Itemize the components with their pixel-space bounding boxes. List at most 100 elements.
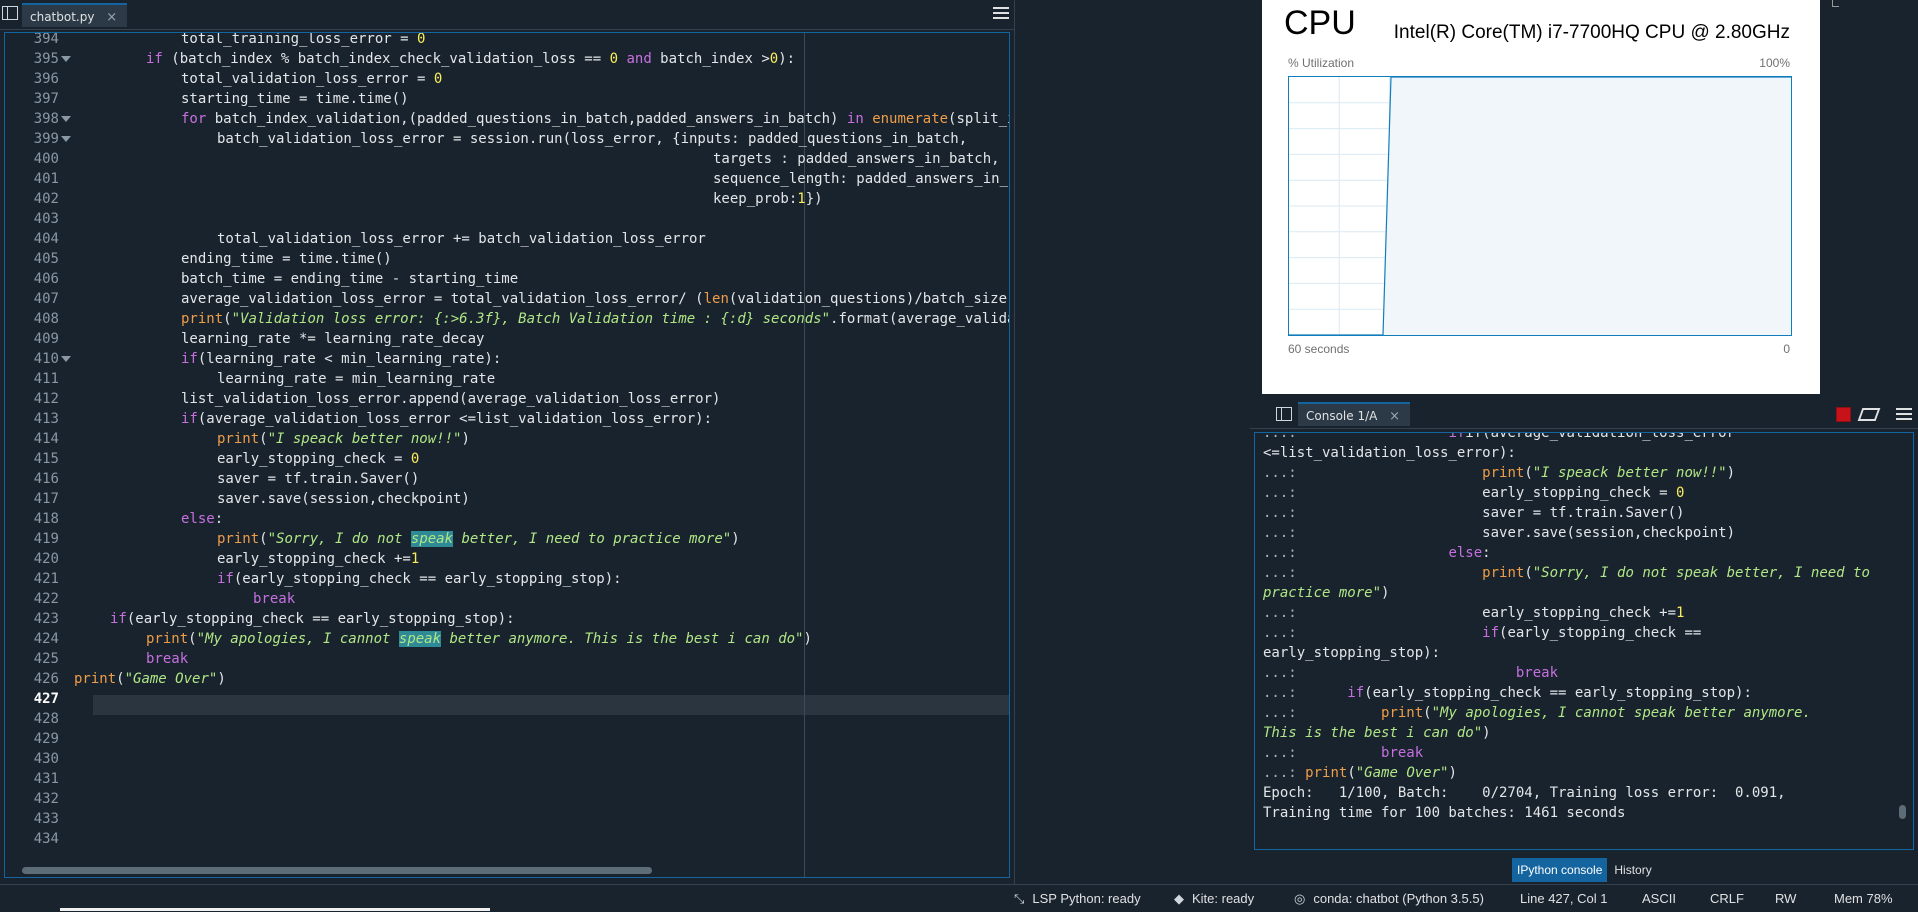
line-number: 395 — [33, 51, 59, 67]
line-number: 407 — [33, 291, 59, 307]
utilization-min-label: 0 — [1783, 342, 1790, 356]
code-line-409: learning_rate *= learning_rate_decay — [181, 331, 485, 347]
line-number: 427 — [33, 691, 59, 707]
utilization-max-label: 100% — [1759, 56, 1790, 70]
line-number: 434 — [33, 831, 59, 847]
line-number: 402 — [33, 191, 59, 207]
ipython-console[interactable]: ...: ifif(average_validation_loss_error … — [1254, 432, 1914, 850]
code-line-395: if (batch_index % batch_index_check_vali… — [146, 51, 796, 67]
line-number: 399 — [33, 131, 59, 147]
code-line-426: print("Game Over") — [74, 671, 226, 687]
window-corner — [1832, 0, 1839, 7]
line-number: 411 — [33, 371, 59, 387]
console-line: ...: saver.save(session,checkpoint) — [1263, 525, 1736, 541]
cpu-monitor: CPU Intel(R) Core(TM) i7-7700HQ CPU @ 2.… — [1262, 0, 1820, 394]
line-number-gutter: 394 395 396 397 398 399 400 401 402 403 404 405 406 4… — [5, 33, 75, 877]
console-line: <=list_validation_loss_error): — [1263, 445, 1516, 461]
pane-options-icon[interactable] — [1276, 407, 1292, 421]
fold-arrow-icon[interactable] — [61, 116, 71, 122]
line-number: 431 — [33, 771, 59, 787]
fold-arrow-icon[interactable] — [61, 56, 71, 62]
cpu-graph-svg — [1289, 76, 1791, 336]
tab-history[interactable]: History — [1609, 858, 1656, 882]
conda-status[interactable]: ◎ conda: chatbot (Python 3.5.5) — [1294, 891, 1484, 907]
line-number: 414 — [33, 431, 59, 447]
lsp-icon: ⤡ — [1014, 891, 1025, 906]
code-line-415: early_stopping_check = 0 — [217, 451, 420, 467]
cpu-utilization-graph — [1288, 76, 1792, 336]
line-number: 423 — [33, 611, 59, 627]
scrollbar-thumb[interactable] — [1899, 805, 1906, 819]
code-line-414: print("I speack better now!!") — [217, 431, 470, 447]
editor-horizontal-scrollbar[interactable] — [18, 864, 1008, 876]
kite-status[interactable]: ◆ Kite: ready — [1174, 891, 1254, 907]
end-of-line: CRLF — [1710, 891, 1744, 906]
editor-pane: chatbot.py × 394 395 396 397 398 399 400 401 402… — [0, 0, 1015, 884]
line-number: 405 — [33, 251, 59, 267]
close-icon[interactable]: × — [106, 10, 117, 25]
tab-ipython-console[interactable]: IPython console — [1512, 858, 1608, 882]
code-line-402: keep_prob:1}) — [713, 191, 823, 207]
editor-tabbar: chatbot.py × — [0, 0, 1014, 30]
code-line-405: ending_time = time.time() — [181, 251, 392, 267]
close-icon[interactable]: × — [1389, 409, 1400, 424]
tab-label: chatbot.py — [30, 10, 95, 24]
console-line: early_stopping_stop): — [1263, 645, 1441, 661]
code-editor[interactable]: 394 395 396 397 398 399 400 401 402 403 404 405 406 4… — [4, 32, 1010, 878]
line-number: 421 — [33, 571, 59, 587]
code-area[interactable]: total_training_loss_error = 0 if (batch_… — [74, 33, 1009, 877]
cpu-usage-fill — [1383, 77, 1791, 335]
console-line: ...: early_stopping_check = 0 — [1263, 485, 1685, 501]
time-window-label: 60 seconds — [1288, 342, 1350, 356]
line-number: 429 — [33, 731, 59, 747]
console-line: ...: early_stopping_check +=1 — [1263, 605, 1685, 621]
code-line-413: if(average_validation_loss_error <=list_… — [181, 411, 713, 427]
eraser-icon[interactable] — [1857, 408, 1881, 421]
line-number: 413 — [33, 411, 59, 427]
code-line-396: total_validation_loss_error = 0 — [181, 71, 443, 87]
stop-kernel-icon[interactable] — [1836, 407, 1851, 422]
line-number: 403 — [33, 211, 59, 227]
fold-arrow-icon[interactable] — [61, 356, 71, 362]
line-number: 415 — [33, 451, 59, 467]
lsp-status[interactable]: ⤡ LSP Python: ready — [1014, 891, 1141, 907]
fold-arrow-icon[interactable] — [61, 136, 71, 142]
line-number: 409 — [33, 331, 59, 347]
line-number: 428 — [33, 711, 59, 727]
console-bottom-tabs: IPython console History — [1512, 858, 1659, 882]
code-line-399: batch_validation_loss_error = session.ru… — [217, 131, 968, 147]
line-number: 420 — [33, 551, 59, 567]
line-number: 400 — [33, 151, 59, 167]
pane-options-icon[interactable] — [2, 6, 18, 20]
console-pane: Console 1/A × ...: ifif(average_validati… — [1250, 398, 1918, 884]
utilization-label: % Utilization — [1288, 56, 1355, 70]
line-number: 394 — [33, 32, 59, 47]
code-line-423: if(early_stopping_check == early_stoppin… — [110, 611, 515, 627]
console-line: ...: break — [1263, 665, 1559, 681]
code-line-416: saver = tf.train.Saver() — [217, 471, 420, 487]
code-line-397: starting_time = time.time() — [181, 91, 409, 107]
cursor-position: Line 427, Col 1 — [1520, 891, 1608, 906]
console-vertical-scrollbar[interactable] — [1897, 437, 1907, 845]
editor-menu-icon[interactable] — [993, 7, 1009, 21]
console-tabbar: Console 1/A × — [1250, 398, 1918, 429]
code-line-425: break — [146, 651, 189, 667]
console-menu-icon[interactable] — [1896, 408, 1912, 422]
code-line-419: print("Sorry, I do not speak better, I n… — [217, 531, 740, 547]
code-line-411: learning_rate = min_learning_rate — [217, 371, 496, 387]
cpu-title: CPU — [1284, 4, 1356, 42]
code-line-408: print("Validation loss error: {:>6.3f}, … — [181, 311, 1009, 327]
line-number: 397 — [33, 91, 59, 107]
tab-chatbot-py[interactable]: chatbot.py × — [22, 3, 128, 27]
tab-console-1a[interactable]: Console 1/A × — [1298, 402, 1411, 426]
console-line: ...: print("Game Over") — [1263, 765, 1457, 781]
line-number: 430 — [33, 751, 59, 767]
code-line-421: if(early_stopping_check == early_stoppin… — [217, 571, 622, 587]
search-match-highlight: speak — [410, 531, 454, 547]
tab-label: Console 1/A — [1306, 409, 1378, 423]
memory-usage: Mem 78% — [1834, 891, 1893, 906]
line-number: 417 — [33, 491, 59, 507]
console-line: This is the best i can do") — [1263, 725, 1491, 741]
scrollbar-thumb[interactable] — [22, 867, 652, 874]
line-number: 418 — [33, 511, 59, 527]
